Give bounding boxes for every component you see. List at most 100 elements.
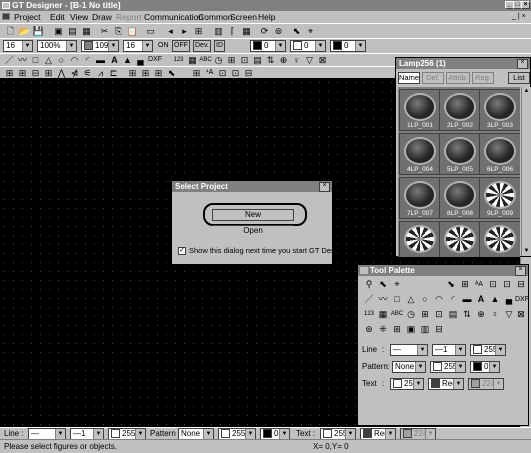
select-tool-icon[interactable]: ⬊ <box>444 278 458 291</box>
ascii-display-icon[interactable]: ABC <box>390 308 404 321</box>
arrow-right-icon[interactable]: ▸ <box>178 25 191 37</box>
arc-tool-icon[interactable]: ◠ <box>432 293 446 306</box>
level-icon[interactable]: ⇅ <box>460 308 474 321</box>
color-select[interactable]: 109 ▼ <box>81 40 119 52</box>
palette-line-style-select[interactable]: — ▼ <box>390 344 428 356</box>
tab-list[interactable]: List <box>508 72 530 84</box>
touch-key-icon[interactable]: ♀ <box>488 308 502 321</box>
on-button[interactable]: ON <box>158 40 169 52</box>
numeric-display-icon[interactable]: 123 <box>362 308 376 321</box>
tab-name[interactable]: Name <box>398 72 420 84</box>
palette-pattern-select[interactable]: None ▼ <box>392 361 426 373</box>
circle-tool-icon[interactable]: ○ <box>418 293 432 306</box>
chart-icon[interactable]: ▥ <box>418 323 432 336</box>
dialog-title[interactable]: Select Project <box>172 181 332 192</box>
text-tool-icon[interactable]: A <box>474 293 488 306</box>
menu-common[interactable]: Common <box>198 12 232 22</box>
grid-object-icon[interactable]: ⊠ <box>514 308 528 321</box>
arrow-pointer-icon[interactable]: ⬉ <box>376 278 390 291</box>
zoom-select[interactable]: 100% ▼ <box>37 40 77 52</box>
font-size-select[interactable]: 16 ▼ <box>3 40 33 52</box>
id-button[interactable]: ID <box>214 40 225 52</box>
bitmap-tool-icon[interactable]: ▄ <box>134 54 147 66</box>
palette-line-width-select[interactable]: —1 ▼ <box>432 344 466 356</box>
alarm-icon[interactable]: ⊡ <box>432 308 446 321</box>
save-icon[interactable]: 💾 <box>32 25 45 37</box>
text-tool-icon[interactable]: A <box>108 54 121 66</box>
paint-tool-icon[interactable]: ▲ <box>488 293 502 306</box>
cut-icon[interactable]: ✂ <box>98 25 111 37</box>
lamp-panel-title[interactable]: Lamp256 (1) <box>396 58 530 69</box>
sector-tool-icon[interactable]: ◜ <box>81 54 94 66</box>
tab-attrib[interactable]: Attrib. <box>446 72 470 84</box>
fill-color-select-1[interactable]: 0 ▼ <box>250 40 286 52</box>
target-icon[interactable]: ⊚ <box>272 25 285 37</box>
crosshair-icon[interactable]: ⌖ <box>390 278 404 291</box>
rectangle-tool-icon[interactable]: □ <box>29 54 42 66</box>
layer-icon[interactable]: ⊞ <box>458 278 472 291</box>
fill-color-select-3[interactable]: 0 ▼ <box>330 40 366 52</box>
menu-project[interactable]: Project <box>14 12 40 22</box>
document-icon[interactable] <box>2 13 10 20</box>
scatter-icon[interactable]: ⁜ <box>376 323 390 336</box>
off-button[interactable]: OFF <box>172 40 190 52</box>
history-icon[interactable]: ⊞ <box>390 323 404 336</box>
close-icon[interactable]: × <box>515 266 526 276</box>
format-icon[interactable]: ⌈ <box>226 25 239 37</box>
open-folder-icon[interactable]: 📂 <box>18 25 31 37</box>
globe-icon[interactable]: ⊛ <box>362 323 376 336</box>
comment-icon[interactable]: ⊞ <box>418 308 432 321</box>
lamp-item[interactable] <box>439 221 481 257</box>
close-button[interactable]: × <box>521 1 530 9</box>
scale-tool-icon[interactable]: ▬ <box>460 293 474 306</box>
lamp-item[interactable]: 2LP_002 <box>439 89 481 131</box>
fill-color-select-2[interactable]: 0 ▼ <box>290 40 326 52</box>
dxf-tool-icon[interactable]: DXF <box>147 54 163 66</box>
palette-text-color2-select[interactable]: 224 ▼ <box>468 378 504 390</box>
lamp-item[interactable] <box>399 221 441 257</box>
screen-icon[interactable]: ▣ <box>52 25 65 37</box>
tab-reg[interactable]: Reg. <box>472 72 494 84</box>
input-icon[interactable]: ▽ <box>303 54 316 66</box>
lamp-scrollbar[interactable]: ▲ ▼ <box>521 87 531 256</box>
line-tool-icon[interactable]: ／ <box>362 293 376 306</box>
scroll-down-icon[interactable]: ▼ <box>522 247 531 256</box>
clock-icon[interactable]: ◷ <box>404 308 418 321</box>
touch-key-icon[interactable]: ♀ <box>290 54 303 66</box>
device-button[interactable]: Dev. <box>193 40 211 52</box>
lamp-item[interactable]: 1LP_001 <box>399 89 441 131</box>
lamp-item[interactable] <box>479 221 520 257</box>
menu-help[interactable]: Help <box>258 12 275 22</box>
window-title-bar[interactable]: GT Designer - [B-1 No title] _ □ × <box>0 0 531 11</box>
lamp-item[interactable]: 6LP_006 <box>479 133 520 175</box>
clock-icon[interactable]: ◷ <box>212 54 225 66</box>
lamp-item[interactable]: 3LP_003 <box>479 89 520 131</box>
trend-icon[interactable]: ⊕ <box>277 54 290 66</box>
polygon-tool-icon[interactable]: △ <box>404 293 418 306</box>
mdi-window-controls[interactable]: _ | × <box>512 12 526 22</box>
circle-tool-icon[interactable]: ○ <box>55 54 68 66</box>
menu-screen[interactable]: Screen <box>230 12 257 22</box>
new-file-icon[interactable]: 🗋 <box>4 25 17 37</box>
lamp-item[interactable]: 4LP_004 <box>399 133 441 175</box>
comment-icon[interactable]: ⊞ <box>225 54 238 66</box>
refresh-icon[interactable]: ⟳ <box>258 25 271 37</box>
parts-icon[interactable]: ▤ <box>446 308 460 321</box>
grid-object-icon[interactable]: ⊠ <box>316 54 329 66</box>
level-icon[interactable]: ⇅ <box>264 54 277 66</box>
lamp-item[interactable]: 8LP_008 <box>439 177 481 219</box>
rectangle-tool-icon[interactable]: □ <box>390 293 404 306</box>
tab-def[interactable]: Def. <box>422 72 444 84</box>
palette-text-style-select[interactable]: Rec ▼ <box>428 378 464 390</box>
screen-list-icon[interactable]: ▤ <box>66 25 79 37</box>
screen-grid-icon[interactable]: ▦ <box>80 25 93 37</box>
polyline-tool-icon[interactable]: 〰 <box>16 54 29 66</box>
lamp-item[interactable]: 7LP_007 <box>399 177 441 219</box>
data-list-icon[interactable]: ▦ <box>376 308 390 321</box>
transfer-icon[interactable]: ⊞ <box>192 25 205 37</box>
scale-tool-icon[interactable]: ▬ <box>94 54 107 66</box>
open-button[interactable]: Open <box>212 225 294 237</box>
back-icon[interactable]: ⊡ <box>500 278 514 291</box>
polygon-tool-icon[interactable]: △ <box>42 54 55 66</box>
show-dialog-checkbox[interactable]: ✓ <box>178 247 186 255</box>
